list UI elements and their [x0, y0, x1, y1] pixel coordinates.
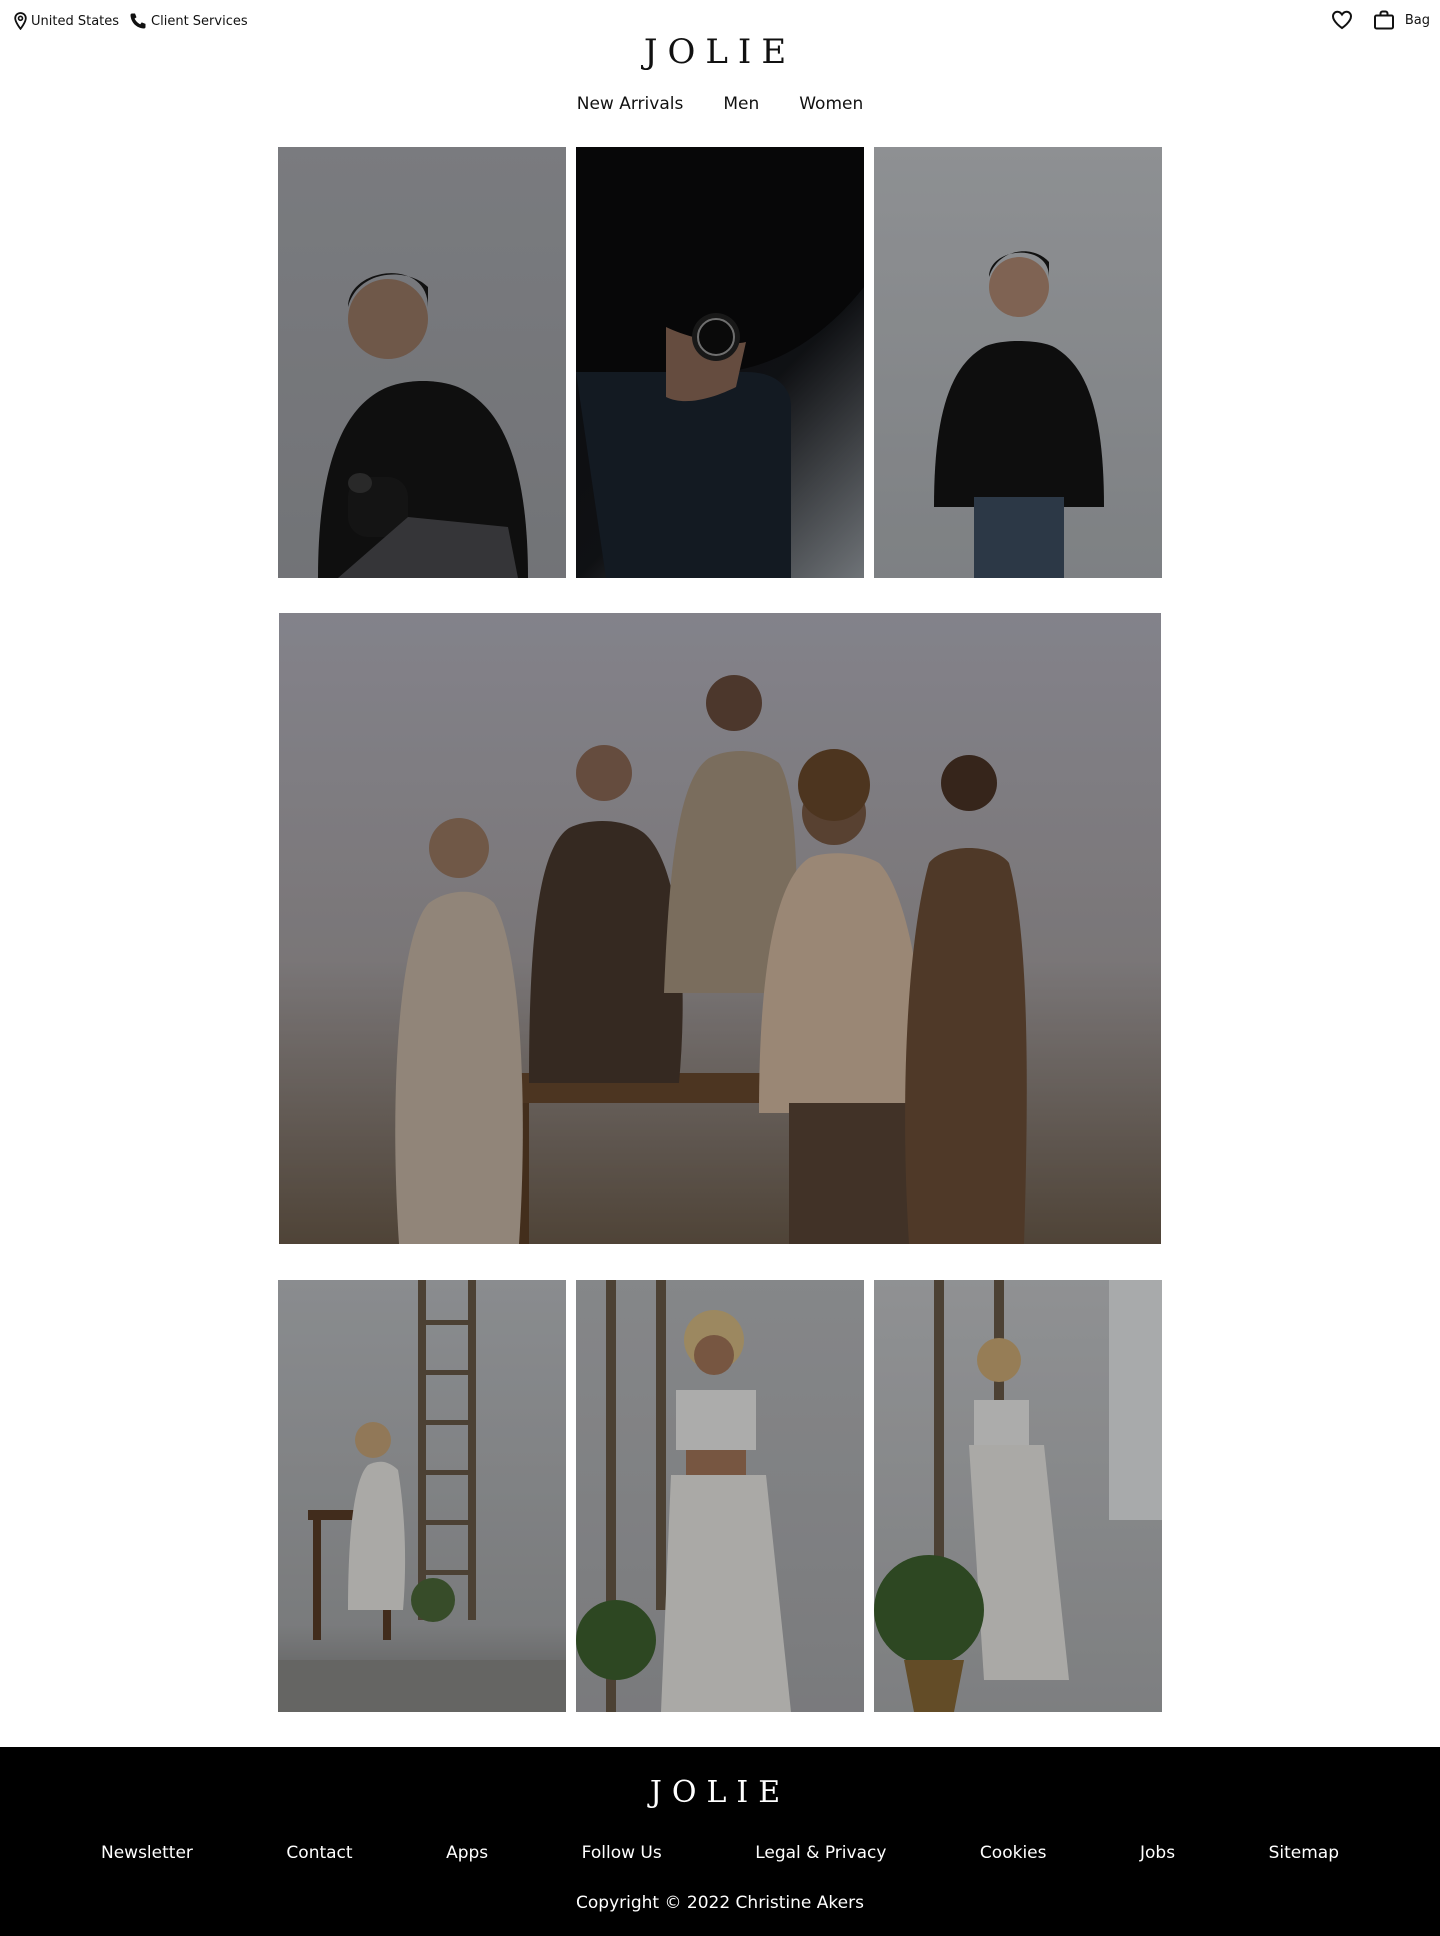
gallery-photo-woman-ladder[interactable] — [576, 1280, 864, 1712]
photo-overlay — [278, 147, 566, 578]
gallery-photo-group-women[interactable] — [279, 613, 1161, 1244]
footer-link-apps[interactable]: Apps — [415, 1843, 519, 1863]
footer-link-cookies[interactable]: Cookies — [949, 1843, 1078, 1863]
footer-link-legal-privacy[interactable]: Legal & Privacy — [724, 1843, 917, 1863]
gallery-photo-watch-detail[interactable] — [576, 147, 864, 578]
gallery-photo-woman-chair[interactable] — [278, 1280, 566, 1712]
gallery-photo-woman-leaning[interactable] — [874, 1280, 1162, 1712]
photo-overlay — [874, 1280, 1162, 1712]
shopping-bag-icon — [1373, 10, 1395, 30]
gallery-photo-man-seated[interactable] — [278, 147, 566, 578]
site-footer: JOLIE Newsletter Contact Apps Follow Us … — [0, 1747, 1440, 1936]
photo-overlay — [279, 613, 1161, 1244]
footer-link-contact[interactable]: Contact — [255, 1843, 383, 1863]
heart-icon[interactable] — [1331, 10, 1353, 30]
footer-brand-logo[interactable]: JOLIE — [0, 1775, 1440, 1810]
location-selector[interactable]: United States — [14, 12, 119, 30]
top-bar-left: United States Client Services — [14, 12, 248, 30]
footer-links: Newsletter Contact Apps Follow Us Legal … — [0, 1843, 1440, 1863]
location-label: United States — [31, 13, 120, 29]
gallery-photo-man-standing[interactable] — [874, 147, 1162, 578]
nav-men[interactable]: Men — [723, 94, 759, 114]
main-nav: New Arrivals Men Women — [0, 94, 1440, 114]
bag-button[interactable]: Bag — [1373, 10, 1430, 30]
nav-women[interactable]: Women — [799, 94, 863, 114]
photo-overlay — [874, 147, 1162, 578]
brand-logo[interactable]: JOLIE — [0, 32, 1440, 72]
photo-overlay — [576, 1280, 864, 1712]
map-pin-icon — [14, 12, 27, 30]
copyright-text: Copyright © 2022 Christine Akers — [576, 1893, 864, 1913]
client-services-link[interactable]: Client Services — [129, 12, 248, 30]
footer-link-jobs[interactable]: Jobs — [1109, 1843, 1206, 1863]
footer-link-sitemap[interactable]: Sitemap — [1238, 1843, 1370, 1863]
footer-link-follow-us[interactable]: Follow Us — [551, 1843, 693, 1863]
photo-overlay — [576, 147, 864, 578]
top-bar-right: Bag — [1331, 10, 1430, 30]
bag-label: Bag — [1404, 12, 1430, 28]
phone-icon — [129, 12, 147, 30]
footer-link-newsletter[interactable]: Newsletter — [70, 1843, 224, 1863]
photo-overlay — [278, 1280, 566, 1712]
client-services-label: Client Services — [151, 13, 248, 29]
nav-new-arrivals[interactable]: New Arrivals — [577, 94, 684, 114]
